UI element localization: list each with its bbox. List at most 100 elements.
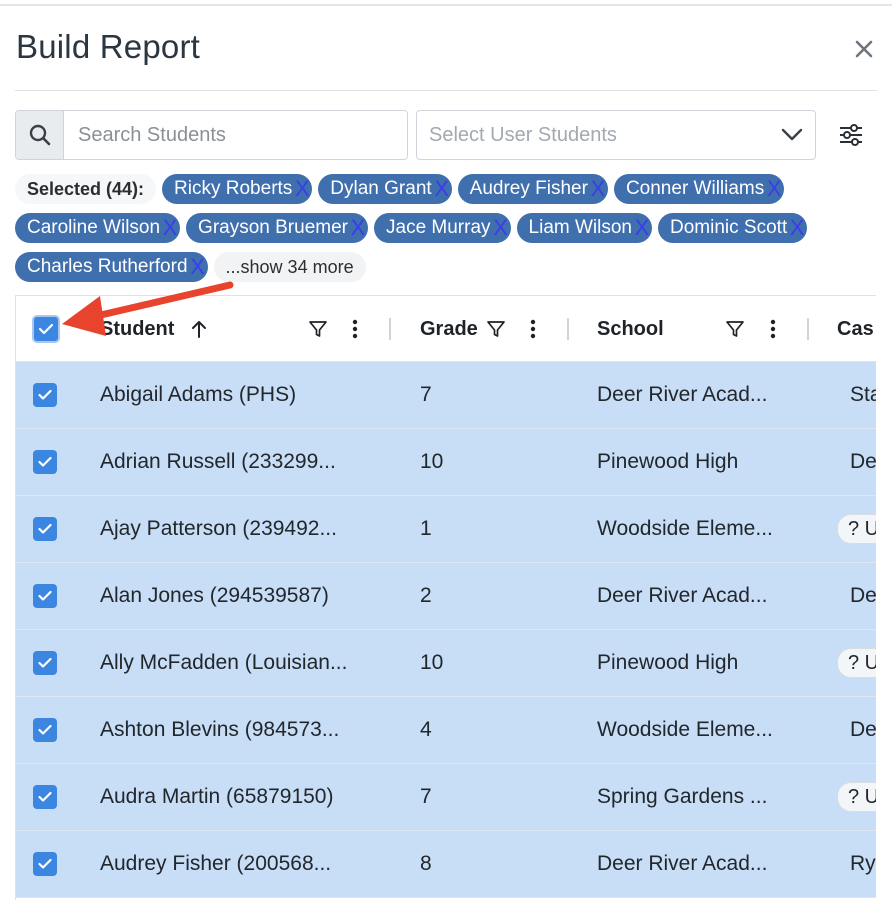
chevron-down-icon [781,128,803,141]
case-cell: Sta [850,383,876,406]
students-grid: Student Grade School Cas Abigail Adams (… [15,295,876,900]
table-row[interactable]: Audra Martin (65879150) 7 Spring Gardens .… [16,764,876,831]
column-separator[interactable] [807,318,809,340]
remove-chip-icon[interactable]: X [294,178,310,200]
remove-chip-icon[interactable]: X [190,256,206,278]
case-cell: ? U [837,496,876,562]
table-row[interactable]: Ashton Blevins (984573... 4 Woodside Eleme… [16,697,876,764]
select-all-checkbox[interactable] [32,315,60,343]
close-icon [855,40,873,58]
student-chip[interactable]: Grayson Bruemer X [186,213,368,243]
column-separator[interactable] [389,318,391,340]
remove-chip-icon[interactable]: X [350,217,366,239]
school-cell: Deer River Acad... [597,852,768,875]
filter-settings-button[interactable] [834,118,868,152]
student-chip[interactable]: Conner Williams X [613,174,785,204]
search-group [15,110,408,160]
chip-label: Ricky Roberts [174,178,293,199]
case-cell: Ry [850,852,876,875]
search-input[interactable] [64,111,407,159]
filter-icon[interactable] [485,317,507,341]
remove-chip-icon[interactable]: X [766,178,782,200]
checkmark-icon [38,456,52,467]
filter-icon[interactable] [307,317,329,341]
user-students-select[interactable]: Select User Students [416,110,816,160]
grid-header: Student Grade School Cas [16,296,876,362]
checkmark-icon [38,858,52,869]
student-cell: Audra Martin (65879150) [100,785,334,808]
sliders-icon [840,124,862,146]
checkmark-icon [38,791,52,802]
column-separator[interactable] [567,318,569,340]
student-chip[interactable]: Audrey Fisher X [457,174,608,204]
table-row[interactable]: Alan Jones (294539587) 2 Deer River Acad..… [16,563,876,630]
student-chip[interactable]: Jace Murray X [374,213,511,243]
table-row[interactable]: Adrian Russell (233299... 10 Pinewood High… [16,429,876,496]
column-menu-icon[interactable] [522,317,544,341]
table-row[interactable]: Ajay Patterson (239492... 1 Woodside Eleme… [16,496,876,563]
row-checkbox-cell [33,831,57,897]
student-chip[interactable]: Dominic Scott X [658,213,808,243]
column-header-student[interactable]: Student [100,296,208,362]
school-cell: Woodside Eleme... [597,718,773,741]
remove-chip-icon[interactable]: X [434,178,450,200]
row-checkbox[interactable] [33,718,57,742]
grade-cell: 10 [420,651,444,674]
student-chip[interactable]: Dylan Grant X [318,174,452,204]
search-button[interactable] [16,111,64,159]
sort-ascending-icon[interactable] [190,319,208,339]
row-checkbox[interactable] [33,785,57,809]
top-rule [0,4,892,6]
show-more-chip[interactable]: ...show 34 more [213,252,366,282]
remove-chip-icon[interactable]: X [162,217,178,239]
checkmark-icon [38,389,52,400]
column-header-case-label: Cas [837,317,874,340]
title-divider [15,90,877,91]
student-cell: Ajay Patterson (239492... [100,517,337,540]
column-menu-icon[interactable] [344,317,366,341]
table-row[interactable]: Ally McFadden (Louisian... 10 Pinewood Hig… [16,630,876,697]
student-chip[interactable]: Caroline Wilson X [15,213,181,243]
student-chip[interactable]: Ricky Roberts X [162,174,313,204]
row-checkbox[interactable] [33,651,57,675]
checkmark-icon [38,724,52,735]
table-row[interactable]: Audrey Fisher (200568... 8 Deer River Acad… [16,831,876,898]
remove-chip-icon[interactable]: X [634,217,650,239]
table-row[interactable]: Abigail Adams (PHS) 7 Deer River Acad... St… [16,362,876,429]
column-header-school[interactable]: School [597,296,664,362]
row-checkbox[interactable] [33,517,57,541]
case-cell: De [850,450,876,473]
row-checkbox[interactable] [33,584,57,608]
close-button[interactable] [850,34,878,64]
grade-cell: 4 [420,718,432,741]
column-menu-icon[interactable] [762,317,784,341]
student-chip[interactable]: Liam Wilson X [516,213,653,243]
case-status-pill[interactable]: ? U [837,782,876,812]
case-cell: ? U [837,764,876,830]
school-cell: Spring Gardens ... [597,785,768,808]
case-cell: De [850,718,876,741]
row-checkbox-cell [33,630,57,696]
row-checkbox[interactable] [33,852,57,876]
case-status-pill[interactable]: ? U [837,514,876,544]
student-cell: Audrey Fisher (200568... [100,852,332,875]
remove-chip-icon[interactable]: X [493,217,509,239]
checkmark-icon [38,323,54,335]
search-icon [29,124,50,146]
filter-icon[interactable] [724,317,746,341]
school-cell: Woodside Eleme... [597,517,773,540]
user-students-select-placeholder: Select User Students [429,123,617,146]
student-chip[interactable]: Charles Rutherford X [15,252,208,282]
column-header-case[interactable]: Cas [837,296,874,362]
row-checkbox[interactable] [33,383,57,407]
chip-label: Conner Williams [625,178,765,199]
case-cell: De [850,584,876,607]
chip-label: Charles Rutherford [27,256,188,277]
chip-label: Audrey Fisher [469,178,588,199]
column-header-grade[interactable]: Grade [420,296,478,362]
student-cell: Adrian Russell (233299... [100,450,336,473]
remove-chip-icon[interactable]: X [789,217,805,239]
row-checkbox[interactable] [33,450,57,474]
case-status-pill[interactable]: ? U [837,648,876,678]
remove-chip-icon[interactable]: X [590,178,606,200]
